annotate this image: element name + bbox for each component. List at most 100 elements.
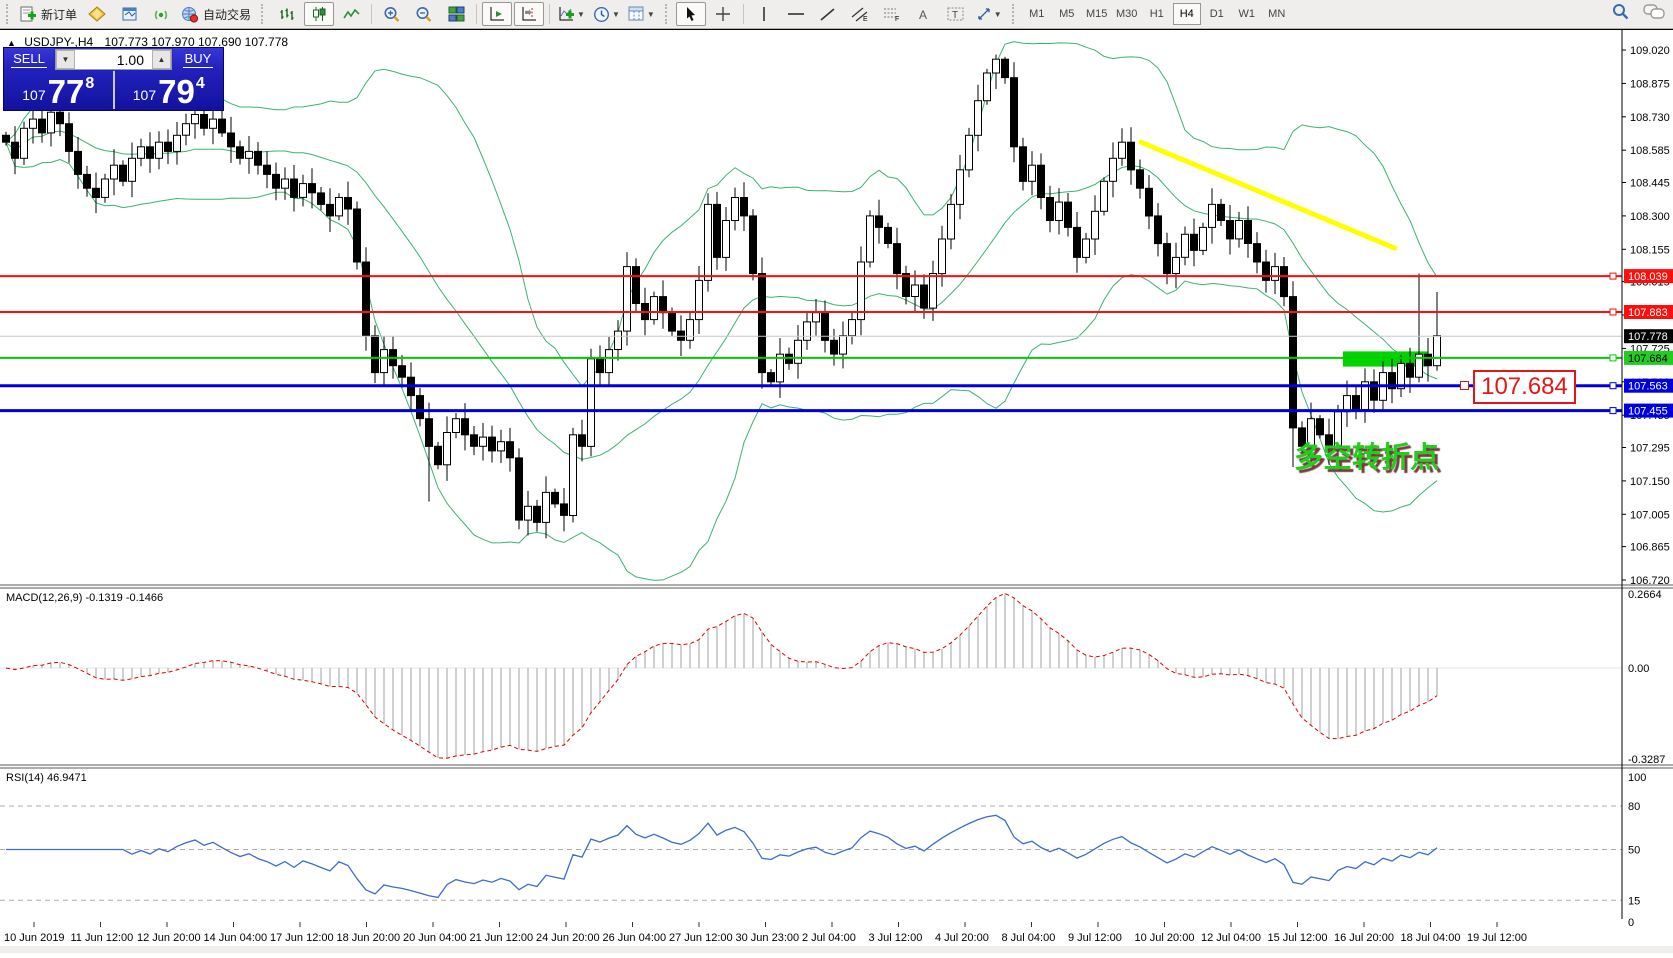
- chart-shift-button[interactable]: [514, 2, 544, 26]
- buy-button[interactable]: BUY: [173, 48, 223, 71]
- timeframe-h1-button[interactable]: H1: [1143, 3, 1171, 25]
- timeframe-m1-button[interactable]: M1: [1023, 3, 1051, 25]
- svg-text:-0.3287: -0.3287: [1628, 754, 1665, 766]
- terminal-window-icon: [121, 6, 138, 22]
- timeframe-w1-button[interactable]: W1: [1233, 3, 1261, 25]
- svg-text:100: 100: [1628, 772, 1646, 784]
- toolbar-separator: [371, 4, 372, 24]
- svg-text:12 Jul 04:00: 12 Jul 04:00: [1201, 932, 1261, 944]
- arrows-icon: [976, 6, 992, 22]
- svg-text:16 Jul 20:00: 16 Jul 20:00: [1334, 932, 1394, 944]
- buy-price-sup: 4: [196, 75, 205, 93]
- text-label-tool-button[interactable]: T: [941, 2, 971, 26]
- new-order-icon: [20, 6, 37, 23]
- cursor-tool-button[interactable]: [676, 2, 706, 26]
- arrows-tool-button[interactable]: ▼: [973, 2, 1005, 26]
- toolbar-grip: [6, 4, 12, 24]
- sell-button[interactable]: SELL: [4, 48, 54, 71]
- svg-text:108.039: 108.039: [1628, 271, 1668, 283]
- volume-increase-button[interactable]: ▲: [152, 50, 171, 69]
- timeframe-m15-button[interactable]: M15: [1083, 3, 1111, 25]
- terminal-window-button[interactable]: [114, 2, 144, 26]
- fibonacci-tool-button[interactable]: F: [877, 2, 907, 26]
- autotrading-button[interactable]: 自动交易: [178, 2, 254, 26]
- candlestick-chart-icon: [311, 6, 327, 22]
- volume-input[interactable]: 1.00: [75, 50, 152, 69]
- text-label-icon: T: [947, 6, 965, 22]
- text-tool-button[interactable]: A: [909, 2, 939, 26]
- svg-text:108.155: 108.155: [1630, 244, 1670, 256]
- auto-scroll-icon: [489, 6, 506, 22]
- timeframe-mn-button[interactable]: MN: [1263, 3, 1291, 25]
- metaeditor-icon: [88, 6, 106, 22]
- timeframe-m5-button[interactable]: M5: [1053, 3, 1081, 25]
- svg-text:107.883: 107.883: [1628, 307, 1668, 319]
- svg-text:4 Jul 20:00: 4 Jul 20:00: [935, 932, 989, 944]
- zoom-in-button[interactable]: [377, 2, 407, 26]
- toolbar-grip: [665, 4, 671, 24]
- svg-text:0.00: 0.00: [1628, 663, 1649, 675]
- svg-text:107.455: 107.455: [1628, 406, 1668, 418]
- svg-text:18 Jun 20:00: 18 Jun 20:00: [337, 932, 401, 944]
- chart-canvas[interactable]: 109.020108.875108.730108.585108.445108.3…: [0, 30, 1673, 953]
- sell-label: SELL: [11, 51, 47, 68]
- tile-windows-icon: [448, 6, 465, 22]
- svg-text:108.585: 108.585: [1630, 145, 1670, 157]
- equidistant-channel-icon: E: [851, 6, 869, 22]
- zoom-out-button[interactable]: [409, 2, 439, 26]
- toolbar-separator: [476, 4, 477, 24]
- svg-text:MACD(12,26,9) -0.1319 -0.1466: MACD(12,26,9) -0.1319 -0.1466: [6, 592, 163, 604]
- sell-price[interactable]: 107 77 8: [4, 71, 115, 109]
- timeframe-d1-button[interactable]: D1: [1203, 3, 1231, 25]
- svg-text:A: A: [919, 8, 927, 22]
- search-icon[interactable]: [1612, 3, 1629, 20]
- new-order-button[interactable]: 新订单: [17, 2, 80, 26]
- templates-caret-icon: ▼: [647, 10, 655, 19]
- periods-caret-icon: ▼: [612, 10, 620, 19]
- chat-icon[interactable]: [1643, 3, 1665, 20]
- trendline-tool-button[interactable]: [813, 2, 843, 26]
- tile-windows-button[interactable]: [441, 2, 471, 26]
- timeframe-h4-button[interactable]: H4: [1173, 3, 1201, 25]
- periods-button[interactable]: ▼: [590, 2, 623, 26]
- trendline-icon: [819, 7, 836, 22]
- timeframe-m30-button[interactable]: M30: [1113, 3, 1141, 25]
- svg-text:30 Jun 23:00: 30 Jun 23:00: [736, 932, 800, 944]
- text-icon: A: [917, 7, 931, 22]
- svg-text:14 Jun 04:00: 14 Jun 04:00: [204, 932, 268, 944]
- crosshair-tool-button[interactable]: [708, 2, 738, 26]
- svg-text:21 Jun 12:00: 21 Jun 12:00: [470, 932, 534, 944]
- svg-text:T: T: [952, 10, 958, 21]
- svg-text:106.720: 106.720: [1630, 575, 1670, 587]
- vertical-line-icon: [758, 6, 770, 22]
- horizontal-line-icon: [787, 8, 805, 20]
- svg-text:50: 50: [1628, 845, 1640, 857]
- candlestick-chart-button[interactable]: [304, 2, 334, 26]
- zoom-in-icon: [383, 6, 401, 23]
- volume-decrease-button[interactable]: ▼: [56, 50, 75, 69]
- vertical-line-tool-button[interactable]: [749, 2, 779, 26]
- indicators-button[interactable]: ▼: [555, 2, 588, 26]
- fibonacci-icon: F: [883, 6, 901, 22]
- templates-button[interactable]: ▼: [625, 2, 658, 26]
- channel-tool-button[interactable]: E: [845, 2, 875, 26]
- svg-text:11 Jun 12:00: 11 Jun 12:00: [71, 932, 134, 944]
- auto-scroll-button[interactable]: [482, 2, 512, 26]
- signals-icon: [153, 6, 170, 22]
- signals-button[interactable]: [146, 2, 176, 26]
- bar-chart-button[interactable]: [272, 2, 302, 26]
- price-label-anchor: [1460, 381, 1469, 390]
- metaeditor-button[interactable]: [82, 2, 112, 26]
- svg-text:107.295: 107.295: [1630, 443, 1670, 455]
- buy-price[interactable]: 107 79 4: [115, 71, 224, 109]
- line-chart-button[interactable]: [336, 2, 366, 26]
- svg-text:108.875: 108.875: [1630, 78, 1670, 90]
- horizontal-line-tool-button[interactable]: [781, 2, 811, 26]
- autotrading-icon: [181, 6, 199, 23]
- one-click-trade-panel: SELL ▼ 1.00 ▲ BUY 107 77 8 107 79 4: [3, 47, 224, 111]
- indicators-icon: [558, 6, 575, 22]
- buy-price-prefix: 107: [133, 87, 156, 103]
- price-level-label: 107.684: [1473, 370, 1576, 404]
- svg-text:10 Jun 2019: 10 Jun 2019: [4, 932, 65, 944]
- toolbar-separator: [549, 4, 550, 24]
